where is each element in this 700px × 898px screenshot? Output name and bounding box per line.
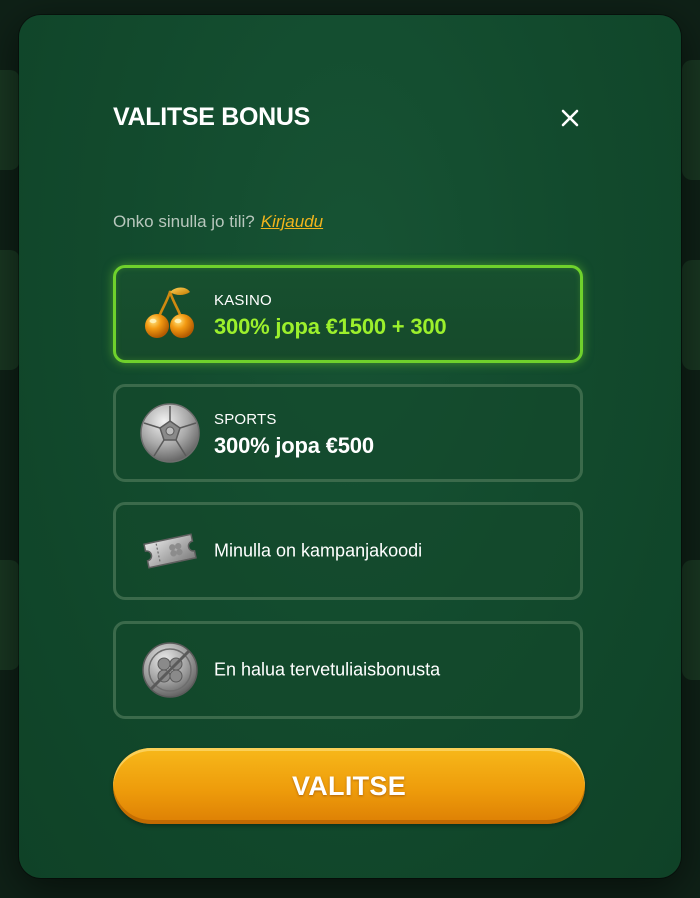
cherries-icon: [138, 282, 202, 346]
bonus-option-kasino[interactable]: KASINO 300% jopa €1500 + 300: [113, 265, 583, 363]
option-offer: 300% jopa €1500 + 300: [214, 314, 447, 339]
login-prompt: Onko sinulla jo tili?: [113, 212, 255, 231]
clover-coin-icon: [138, 638, 202, 702]
option-label: Minulla on kampanjakoodi: [214, 540, 423, 561]
login-prompt-line: Onko sinulla jo tili? Kirjaudu: [113, 212, 323, 232]
bonus-modal: VALITSE BONUS Onko sinulla jo tili? Kirja…: [19, 15, 681, 878]
background-tile: [0, 70, 20, 170]
modal-title: VALITSE BONUS: [113, 103, 311, 131]
bonus-option-promo-code[interactable]: Minulla on kampanjakoodi: [113, 502, 583, 600]
bonus-option-no-bonus[interactable]: En halua tervetuliaisbonusta: [113, 621, 583, 719]
background-tile: [682, 560, 700, 680]
background-tile: [0, 560, 20, 670]
background-tile: [0, 250, 20, 370]
option-category: KASINO: [214, 292, 272, 309]
close-button[interactable]: [555, 103, 585, 133]
option-label: En halua tervetuliaisbonusta: [214, 659, 441, 680]
login-link[interactable]: Kirjaudu: [261, 212, 323, 231]
option-offer: 300% jopa €500: [214, 433, 374, 458]
sports-ball-icon: [138, 401, 202, 465]
ticket-icon: [138, 519, 202, 583]
option-category: SPORTS: [214, 411, 277, 428]
background-tile: [682, 260, 700, 370]
select-bonus-button[interactable]: VALITSE: [113, 748, 585, 824]
bonus-option-sports[interactable]: SPORTS 300% jopa €500: [113, 384, 583, 482]
close-icon: [561, 109, 579, 127]
background-tile: [682, 60, 700, 180]
